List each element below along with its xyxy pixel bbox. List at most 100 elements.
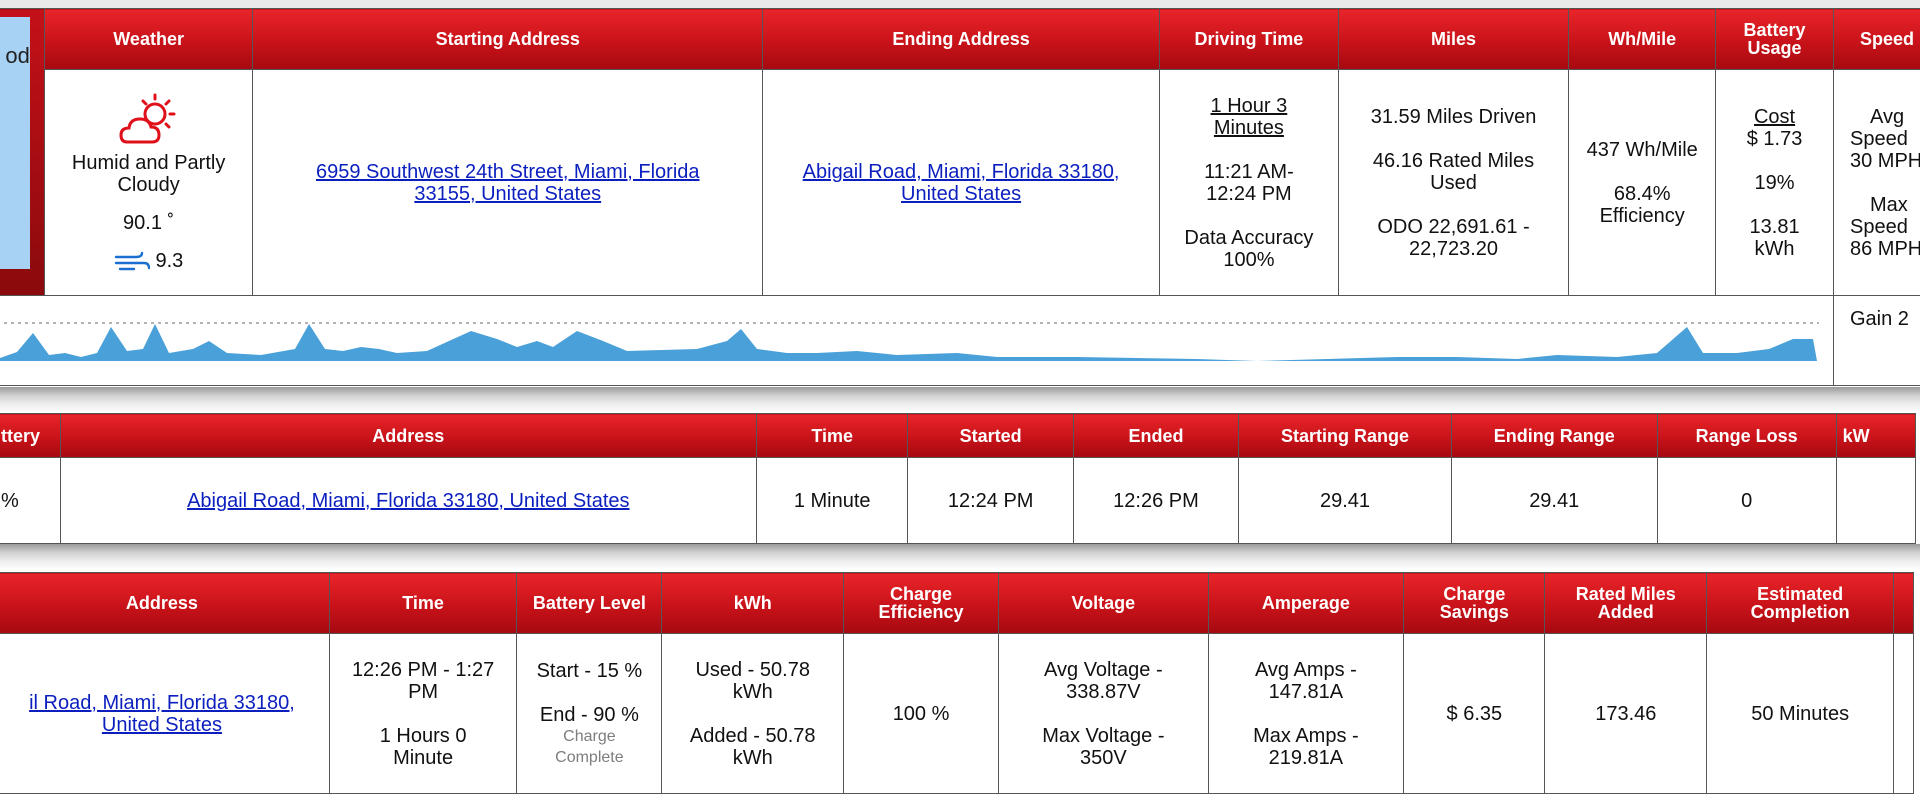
battery-start: Start - 15 % (536, 659, 643, 682)
header-range-loss: Range Loss (1656, 413, 1837, 458)
parked-address-link[interactable]: Abigail Road, Miami, Florida 33180, Unit… (187, 490, 629, 512)
wind: 9.3 (45, 250, 253, 273)
parked-time: 1 Minute (755, 457, 909, 544)
wind-icon (114, 251, 151, 271)
header-charge-time: Time (328, 572, 518, 634)
charge-status: Charge Complete (555, 727, 624, 766)
wh-per-mile: 437 Wh/Mile (1586, 138, 1698, 161)
odometer: ODO 22,691.61 - 22,723.20 (1377, 215, 1530, 260)
header-charge-savings: Charge Savings (1403, 572, 1546, 634)
header-battery: ttery (0, 413, 61, 458)
wh-mile-cell: 437 Wh/Mile 68.4% Efficiency (1568, 69, 1717, 296)
elevation-gain-cell: Gain 2 (1832, 295, 1920, 386)
parked-range-loss: 0 (1656, 457, 1837, 544)
header-speed: Speed (1832, 8, 1920, 70)
ending-address-cell: Abigail Road, Miami, Florida 33180, Unit… (762, 69, 1161, 296)
starting-address-link[interactable]: 6959 Southwest 24th Street, Miami, Flori… (316, 161, 700, 205)
battery-end: End - 90 % (539, 703, 639, 726)
header-time: Time (755, 413, 909, 458)
elevation-graph-cell (0, 295, 1834, 386)
charge-time-range: 12:26 PM - 1:27 PM (351, 658, 495, 703)
speed-cell: Avg Speed 30 MPH Max Speed 86 MPH (1832, 69, 1920, 296)
elevation-gain: Gain 2 (1850, 308, 1909, 330)
header-rated-miles-added: Rated Miles Added (1544, 572, 1708, 634)
weather-cell: Humid and Partly Cloudy 90.1 ˚ 9.3 (43, 69, 254, 296)
kwh-used: Used - 50.78 kWh (695, 658, 810, 703)
header-address: Address (59, 413, 757, 458)
charge-savings: $ 6.35 (1403, 633, 1546, 794)
max-voltage: Max Voltage - 350V (1042, 724, 1165, 769)
header-started: Started (907, 413, 1074, 458)
elevation-area (0, 323, 1817, 361)
header-battery-usage: Battery Usage (1715, 8, 1834, 70)
battery-level-cell: Start - 15 % End - 90 % Charge Complete (516, 633, 663, 794)
rated-miles-used: 46.16 Rated Miles Used (1372, 149, 1535, 194)
header-ended: Ended (1072, 413, 1240, 458)
lead-text: od (5, 43, 30, 68)
charge-overflow-cell (1893, 633, 1914, 794)
avg-amps: Avg Amps - 147.81A (1254, 658, 1357, 703)
section-separator (0, 387, 1920, 413)
driving-duration[interactable]: 1 Hour 3 Minutes (1160, 95, 1338, 139)
driving-time-range: 11:21 AM- 12:24 PM (1204, 160, 1294, 205)
header-driving-time: Driving Time (1159, 8, 1339, 70)
charge-efficiency: 100 % (842, 633, 1000, 794)
driving-time-cell: 1 Hour 3 Minutes 11:21 AM- 12:24 PM Data… (1159, 69, 1339, 296)
header-miles: Miles (1337, 8, 1570, 70)
header-charge-address: Address (0, 572, 330, 634)
header-charge-efficiency: Charge Efficiency (842, 572, 1000, 634)
header-weather: Weather (43, 8, 254, 70)
charge-time-cell: 12:26 PM - 1:27 PM 1 Hours 0 Minute (328, 633, 518, 794)
weather-condition: Humid and Partly Cloudy (71, 152, 226, 197)
kwh-added: Added - 50.78 kWh (689, 724, 816, 769)
parked-starting-range: 29.41 (1238, 457, 1452, 544)
avg-speed: Avg Speed 30 MPH (1850, 105, 1920, 172)
efficiency: 68.4% Efficiency (1599, 182, 1685, 227)
parked-ending-range: 29.41 (1450, 457, 1658, 544)
charge-table: Address Time Battery Level kWh Charge Ef… (0, 572, 1914, 794)
header-starting-range: Starting Range (1238, 413, 1452, 458)
header-voltage: Voltage (998, 572, 1209, 634)
elevation-graph (0, 321, 1819, 361)
battery-usage-cell: Cost $ 1.73 19% 13.81 kWh (1715, 69, 1834, 296)
parked-started: 12:24 PM (907, 457, 1074, 544)
charge-address-cell: il Road, Miami, Florida 33180, United St… (0, 633, 330, 794)
parked-table: ttery Address Time Started Ended Startin… (0, 413, 1917, 544)
header-charge-kwh: kWh (661, 572, 844, 634)
miles-cell: 31.59 Miles Driven 46.16 Rated Miles Use… (1337, 69, 1570, 296)
header-amperage: Amperage (1207, 572, 1405, 634)
parked-address-cell: Abigail Road, Miami, Florida 33180, Unit… (59, 457, 757, 544)
parked-kw (1835, 457, 1917, 544)
header-ending-address: Ending Address (762, 8, 1161, 70)
parked-battery: % (0, 457, 61, 544)
estimated-completion: 50 Minutes (1706, 633, 1895, 794)
miles-driven: 31.59 Miles Driven (1370, 105, 1537, 128)
wind-speed: 9.3 (155, 250, 184, 273)
header-estimated-completion: Estimated Completion (1706, 572, 1895, 634)
data-accuracy: Data Accuracy 100% (1184, 226, 1314, 271)
temperature: 90.1 ˚ (123, 212, 175, 235)
battery-percent: 19% (1754, 171, 1795, 194)
avg-voltage: Avg Voltage - 338.87V (1044, 658, 1163, 703)
header-overflow (1893, 572, 1914, 634)
battery-kwh: 13.81 kWh (1749, 215, 1800, 260)
partly-cloudy-sun-icon (119, 93, 176, 144)
charge-address-link[interactable]: il Road, Miami, Florida 33180, United St… (29, 692, 295, 736)
charge-kwh-cell: Used - 50.78 kWh Added - 50.78 kWh (661, 633, 844, 794)
drive-table: od Weather Starting Address Ending Addre… (0, 8, 1920, 386)
section-separator (0, 544, 1920, 570)
ending-address-link[interactable]: Abigail Road, Miami, Florida 33180, Unit… (803, 161, 1120, 205)
charge-duration: 1 Hours 0 Minute (379, 724, 467, 769)
cost-value: $ 1.73 (1746, 127, 1803, 150)
header-starting-address: Starting Address (252, 8, 764, 70)
max-speed: Max Speed 86 MPH (1850, 193, 1920, 260)
parked-ended: 12:26 PM (1072, 457, 1240, 544)
header-battery-level: Battery Level (516, 572, 663, 634)
cost-label[interactable]: Cost (1716, 106, 1833, 128)
max-amps: Max Amps - 219.81A (1253, 724, 1359, 769)
header-wh-mile: Wh/Mile (1568, 8, 1717, 70)
header-ending-range: Ending Range (1450, 413, 1658, 458)
drive-lead-cell: od (0, 8, 45, 296)
rated-miles-added: 173.46 (1544, 633, 1708, 794)
starting-address-cell: 6959 Southwest 24th Street, Miami, Flori… (252, 69, 764, 296)
